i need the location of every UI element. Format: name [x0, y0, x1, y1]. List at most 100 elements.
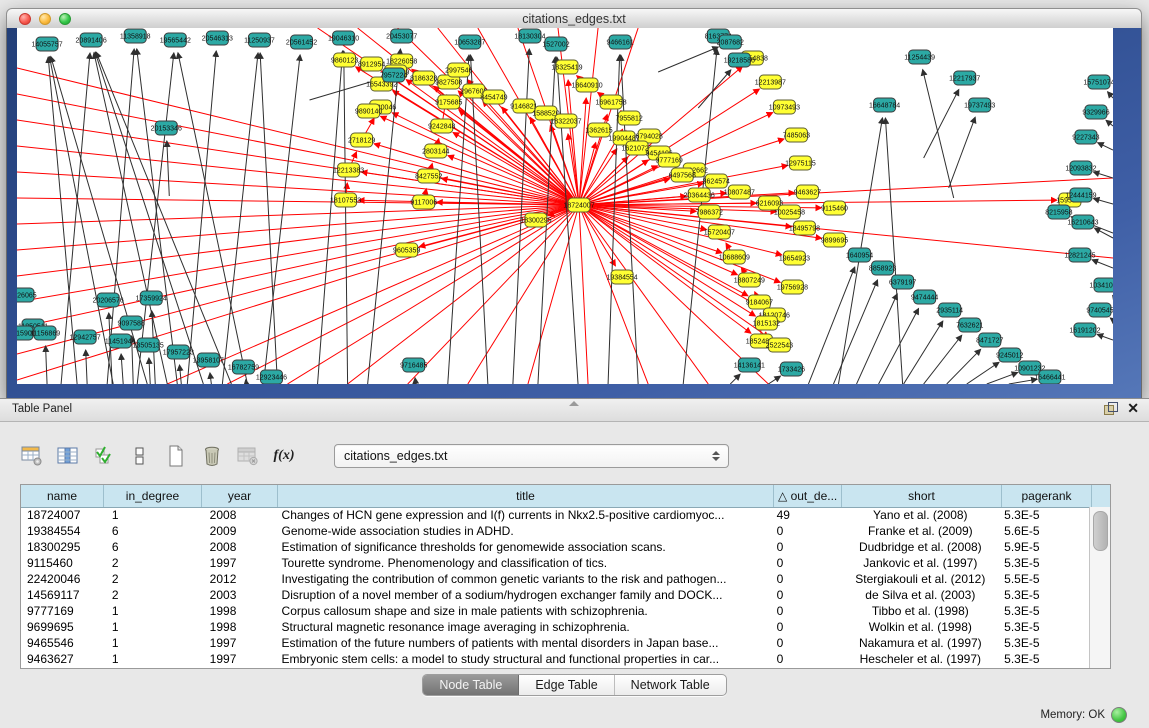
table-row[interactable]: 946362711997Embryonic stem cells: a mode…	[21, 651, 1090, 667]
graph-node[interactable]: 18130304	[514, 29, 545, 43]
graph-node[interactable]: 9474444	[911, 290, 938, 304]
citation-edge-black[interactable]	[86, 350, 87, 384]
tab-edge-table[interactable]: Edge Table	[519, 675, 614, 695]
graph-node[interactable]: 11156869	[30, 326, 60, 340]
graph-node[interactable]: 10973493	[769, 100, 800, 114]
show-columns-icon[interactable]	[56, 444, 80, 468]
graph-node[interactable]: 8471727	[976, 333, 1003, 347]
citation-edge-black[interactable]	[1106, 120, 1113, 126]
citation-edge-black[interactable]	[904, 321, 943, 384]
panel-resize-handle[interactable]	[569, 401, 579, 406]
graph-node[interactable]: 18807249	[734, 273, 765, 287]
graph-node[interactable]: 9245012	[996, 348, 1023, 362]
citation-edge-black[interactable]	[658, 47, 718, 72]
column-header-outde[interactable]: △ out_de...	[774, 485, 842, 507]
table-row[interactable]: 911546021997Tourette syndrome. Phenomeno…	[21, 555, 1090, 571]
table-row[interactable]: 977716911998Corpus callosum shape and si…	[21, 603, 1090, 619]
citation-edge-black[interactable]	[222, 53, 258, 384]
graph-node[interactable]: 9605359	[393, 243, 420, 257]
function-builder-icon[interactable]: f(x)	[272, 444, 296, 468]
citation-edge-black[interactable]	[1009, 379, 1037, 384]
graph-node[interactable]: 2803144	[422, 144, 449, 158]
citation-edge-black[interactable]	[210, 373, 211, 384]
graph-node[interactable]: 12923446	[256, 370, 287, 384]
graph-node[interactable]: 2526065	[17, 288, 37, 302]
citation-edge-black[interactable]	[368, 49, 401, 384]
citation-edge-black[interactable]	[318, 51, 343, 384]
graph-node[interactable]: 20891406	[76, 33, 107, 47]
table-vertical-scrollbar[interactable]	[1089, 507, 1110, 668]
citation-edge-black[interactable]	[987, 373, 1018, 384]
citation-edge-black[interactable]	[1093, 172, 1113, 178]
graph-node[interactable]: 9899695	[821, 233, 848, 247]
citation-edge-red[interactable]	[530, 117, 579, 205]
citation-edge-red[interactable]	[468, 205, 579, 384]
citation-edge-red[interactable]	[579, 28, 598, 205]
graph-node[interactable]: 18724007	[563, 198, 594, 212]
citation-edge-red[interactable]	[579, 205, 768, 384]
graph-node[interactable]: 17957223	[163, 345, 194, 359]
select-columns-icon[interactable]	[92, 444, 116, 468]
graph-node[interactable]: 8427552	[415, 169, 442, 183]
graph-node[interactable]: 17359924	[136, 291, 167, 305]
column-header-title[interactable]: title	[278, 485, 774, 507]
citation-edge-black[interactable]	[857, 294, 898, 384]
citation-edge-black[interactable]	[1098, 143, 1113, 150]
graph-node[interactable]: 7485063	[783, 128, 810, 142]
graph-node[interactable]: 12821245	[1064, 248, 1095, 262]
graph-node[interactable]: 16648784	[869, 98, 900, 112]
graph-node[interactable]: 7957224	[380, 68, 407, 82]
graph-node[interactable]: 9329966	[1082, 105, 1109, 119]
graph-node[interactable]: 12942757	[70, 330, 101, 344]
table-row[interactable]: 2242004622012Investigating the contribut…	[21, 571, 1090, 587]
citation-edge-red[interactable]	[17, 205, 579, 302]
citation-edge-red[interactable]	[17, 205, 579, 328]
citation-edge-black[interactable]	[471, 55, 488, 384]
graph-node[interactable]: 11358918	[120, 29, 151, 43]
citation-edge-black[interactable]	[1097, 334, 1113, 340]
close-panel-icon[interactable]: ✕	[1127, 402, 1139, 415]
graph-node[interactable]: 19654923	[779, 251, 810, 265]
graph-node[interactable]: 9466161	[606, 35, 633, 49]
scrollbar-thumb[interactable]	[1093, 511, 1108, 551]
citation-edge-red[interactable]	[579, 149, 617, 205]
graph-node[interactable]: 10341033	[1089, 278, 1113, 292]
citation-edge-black[interactable]	[949, 117, 975, 188]
column-header-short[interactable]: short	[842, 485, 1002, 507]
graph-node[interactable]: 2997546	[445, 63, 472, 77]
graph-node[interactable]: 20364436	[684, 188, 715, 202]
float-panel-icon[interactable]	[1104, 402, 1117, 415]
graph-node[interactable]: 16782759	[228, 360, 259, 374]
graph-node[interactable]: 7986372	[696, 205, 723, 219]
graph-node[interactable]: 16961758	[595, 95, 626, 109]
graph-node[interactable]: 20561452	[286, 35, 317, 49]
graph-node[interactable]: 7955812	[615, 111, 642, 125]
graph-node[interactable]: 10025458	[774, 205, 805, 219]
citation-edge-black[interactable]	[180, 365, 182, 384]
table-row[interactable]: 1938455462009Genome-wide association stu…	[21, 523, 1090, 539]
citation-edge-black[interactable]	[46, 346, 47, 384]
create-column-icon[interactable]	[164, 444, 188, 468]
citation-edge-black[interactable]	[167, 141, 169, 196]
graph-node[interactable]: 14055757	[31, 37, 62, 51]
graph-node[interactable]: 18640910	[571, 78, 602, 92]
graph-node[interactable]: 19218586	[724, 53, 755, 67]
graph-node[interactable]: 12217937	[949, 71, 980, 85]
graph-node[interactable]: 6497568	[669, 168, 696, 182]
graph-node[interactable]: 15751074	[1083, 75, 1113, 89]
citation-edge-black[interactable]	[768, 376, 780, 384]
table-row[interactable]: 1830029562008Estimation of significance …	[21, 539, 1090, 555]
graph-node[interactable]: 15720407	[704, 225, 735, 239]
graph-node[interactable]: 9227343	[1072, 130, 1099, 144]
delete-column-icon[interactable]	[200, 444, 224, 468]
graph-node[interactable]: 2935114	[936, 303, 963, 317]
graph-node[interactable]: 19737493	[964, 98, 995, 112]
graph-node[interactable]: 18322037	[550, 114, 581, 128]
column-header-year[interactable]: year	[202, 485, 278, 507]
graph-node[interactable]: 9740545	[1086, 303, 1113, 317]
graph-node[interactable]: 16466441	[1034, 370, 1065, 384]
network-window-titlebar[interactable]: citations_edges.txt	[6, 8, 1142, 30]
graph-node[interactable]: 12213383	[333, 163, 364, 177]
citation-edge-red[interactable]	[17, 205, 579, 276]
table-selector-dropdown[interactable]: citations_edges.txt	[334, 444, 729, 468]
